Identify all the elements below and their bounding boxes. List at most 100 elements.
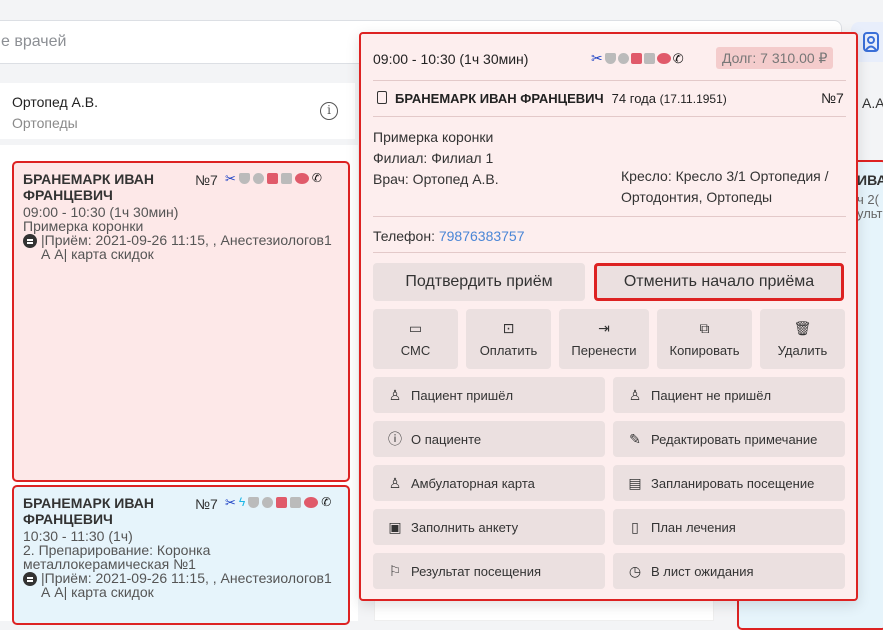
status-icons: ✂ ϟ ✆ xyxy=(225,495,332,510)
divider xyxy=(373,80,846,81)
lightning-icon: ϟ xyxy=(238,495,246,509)
doctor-name: Ортопед А.В. xyxy=(12,94,98,110)
outpatient-card-button[interactable]: ♙ Амбулаторная карта xyxy=(373,465,605,501)
clipboard-icon: ▣ xyxy=(388,518,402,535)
doctor-header: Ортопед А.В. Ортопеды i xyxy=(0,83,355,139)
edit-note-button[interactable]: ✎ Редактировать примечание xyxy=(613,421,845,457)
appointment-popup: 09:00 - 10:30 (1ч 30мин) ✂ ✆ Долг: 7 310… xyxy=(359,32,858,601)
user-list-icon: ♙ xyxy=(388,474,402,491)
comment-icon xyxy=(617,53,629,64)
popup-patient-age: 74 года (17.11.1951) xyxy=(612,91,727,106)
copy-button[interactable]: ⧉ Копировать xyxy=(657,309,752,369)
appointment-comment: |Приём: 2021-09-26 11:15, , Анестезиолог… xyxy=(23,571,340,599)
shield-icon xyxy=(248,497,260,508)
delete-button[interactable]: 🗑 Удалить xyxy=(760,309,845,369)
pass-icon xyxy=(266,173,278,184)
action-label: Копировать xyxy=(669,342,740,358)
user-x-icon: ♙ xyxy=(628,386,642,403)
flag-icon: ⚐ xyxy=(388,562,402,579)
popup-branch: Филиал: Филиал 1 xyxy=(373,150,494,166)
debt-badge: Долг: 7 310.00 ₽ xyxy=(716,47,834,69)
menu-label: Редактировать примечание xyxy=(651,431,818,447)
pay-button[interactable]: ⊡ Оплатить xyxy=(466,309,551,369)
patient-number: №7 xyxy=(195,172,218,188)
clipboard-icon xyxy=(377,91,387,104)
popup-patient: БРАНЕМАРК ИВАН ФРАНЦЕВИЧ 74 года (17.11.… xyxy=(377,90,727,106)
divider xyxy=(373,216,846,217)
info-icon: ⓘ xyxy=(388,431,402,447)
calendar-icon: ▤ xyxy=(628,474,642,491)
document-icon: ▯ xyxy=(631,518,639,535)
cancel-appointment-start-button[interactable]: Отменить начало приёма xyxy=(594,263,844,301)
payment-icon: ⊡ xyxy=(502,319,515,336)
shield-icon xyxy=(604,53,616,64)
popup-patient-name: БРАНЕМАРК ИВАН ФРАНЦЕВИЧ xyxy=(395,91,604,106)
about-patient-button[interactable]: ⓘ О пациенте xyxy=(373,421,605,457)
receipt-icon xyxy=(643,53,655,64)
scissors-icon: ✂ xyxy=(225,171,236,186)
popup-status-icons: ✂ ✆ xyxy=(591,50,684,67)
move-button[interactable]: ⇥ Перенести xyxy=(559,309,649,369)
comment-bubble-icon xyxy=(23,572,37,586)
divider xyxy=(373,252,846,253)
action-label: СМС xyxy=(400,342,431,358)
phone-label: Телефон: xyxy=(373,228,435,244)
receipt-icon xyxy=(290,497,302,508)
menu-label: В лист ожидания xyxy=(651,563,754,579)
popup-patient-number: №7 xyxy=(821,90,844,106)
shield-icon xyxy=(238,173,250,184)
right-proc-fragment: ульт xyxy=(857,206,883,221)
popup-chair: Кресло: Кресло 3/1 Ортопедия / Ортодонти… xyxy=(621,168,829,205)
chat-icon xyxy=(294,173,309,184)
patient-arrived-button[interactable]: ♙ Пациент пришёл xyxy=(373,377,605,413)
popup-time: 09:00 - 10:30 (1ч 30мин) xyxy=(373,51,529,67)
visit-result-button[interactable]: ⚐ Результат посещения xyxy=(373,553,605,589)
menu-label: Запланировать посещение xyxy=(651,475,815,491)
info-icon[interactable]: i xyxy=(320,102,338,120)
clock-plus-icon: ◷ xyxy=(628,562,642,579)
age-value: 74 года xyxy=(611,91,656,106)
message-icon: ▭ xyxy=(408,319,423,336)
schedule-visit-button[interactable]: ▤ Запланировать посещение xyxy=(613,465,845,501)
phone-link[interactable]: 79876383757 xyxy=(439,228,525,244)
scissors-icon: ✂ xyxy=(591,50,603,66)
popup-doctor: Врач: Ортопед А.В. xyxy=(373,171,499,187)
appointment-comment: |Приём: 2021-09-26 11:15, , Анестезиолог… xyxy=(23,233,340,261)
divider xyxy=(373,116,846,117)
menu-label: О пациенте xyxy=(411,431,482,447)
right-time-fragment: ч 2( xyxy=(857,192,879,207)
phone-icon: ✆ xyxy=(311,171,322,185)
menu-label: Результат посещения xyxy=(411,563,541,579)
slot-card xyxy=(374,600,714,621)
move-icon: ⇥ xyxy=(598,319,610,336)
popup-phone: Телефон: 79876383757 xyxy=(373,228,525,244)
appointment-card[interactable]: БРАНЕМАРК ИВАН ФРАНЦЕВИЧ №7 ✂ ✆ 09:00 - … xyxy=(12,161,350,482)
action-label: Перенести xyxy=(571,342,637,358)
comment-bubble-icon xyxy=(23,234,37,248)
phone-icon: ✆ xyxy=(672,50,684,66)
waitlist-button[interactable]: ◷ В лист ожидания xyxy=(613,553,845,589)
scissors-icon: ✂ xyxy=(225,495,236,510)
menu-label: Пациент не пришёл xyxy=(651,387,772,403)
popup-details: Примерка коронки Филиал: Филиал 1 Врач: … xyxy=(373,127,499,190)
patient-name: БРАНЕМАРК ИВАН ФРАНЦЕВИЧ xyxy=(23,171,154,203)
patient-name: БРАНЕМАРК ИВАН ФРАНЦЕВИЧ xyxy=(23,495,154,527)
pass-icon xyxy=(630,53,642,64)
appointment-time: 10:30 - 11:30 (1ч) xyxy=(23,528,133,544)
chat-icon xyxy=(304,497,319,508)
receipt-icon xyxy=(280,173,292,184)
doctor-specialty: Ортопеды xyxy=(12,115,78,131)
action-label: Удалить xyxy=(777,342,828,358)
phone-icon: ✆ xyxy=(321,495,332,509)
sms-button[interactable]: ▭ СМС xyxy=(373,309,458,369)
treatment-plan-button[interactable]: ▯ План лечения xyxy=(613,509,845,545)
patient-not-arrived-button[interactable]: ♙ Пациент не пришёл xyxy=(613,377,845,413)
comment-icon xyxy=(252,173,264,184)
comment-text: |Приём: 2021-09-26 11:15, , Анестезиолог… xyxy=(41,570,332,600)
confirm-appointment-button[interactable]: Подтвердить приём xyxy=(373,263,585,301)
appointment-card[interactable]: БРАНЕМАРК ИВАН ФРАНЦЕВИЧ №7 ✂ ϟ ✆ 10:30 … xyxy=(12,485,350,625)
comment-icon xyxy=(262,497,274,508)
menu-label: Заполнить анкету xyxy=(411,519,519,535)
appointment-procedure: Примерка коронки xyxy=(23,218,144,234)
fill-form-button[interactable]: ▣ Заполнить анкету xyxy=(373,509,605,545)
